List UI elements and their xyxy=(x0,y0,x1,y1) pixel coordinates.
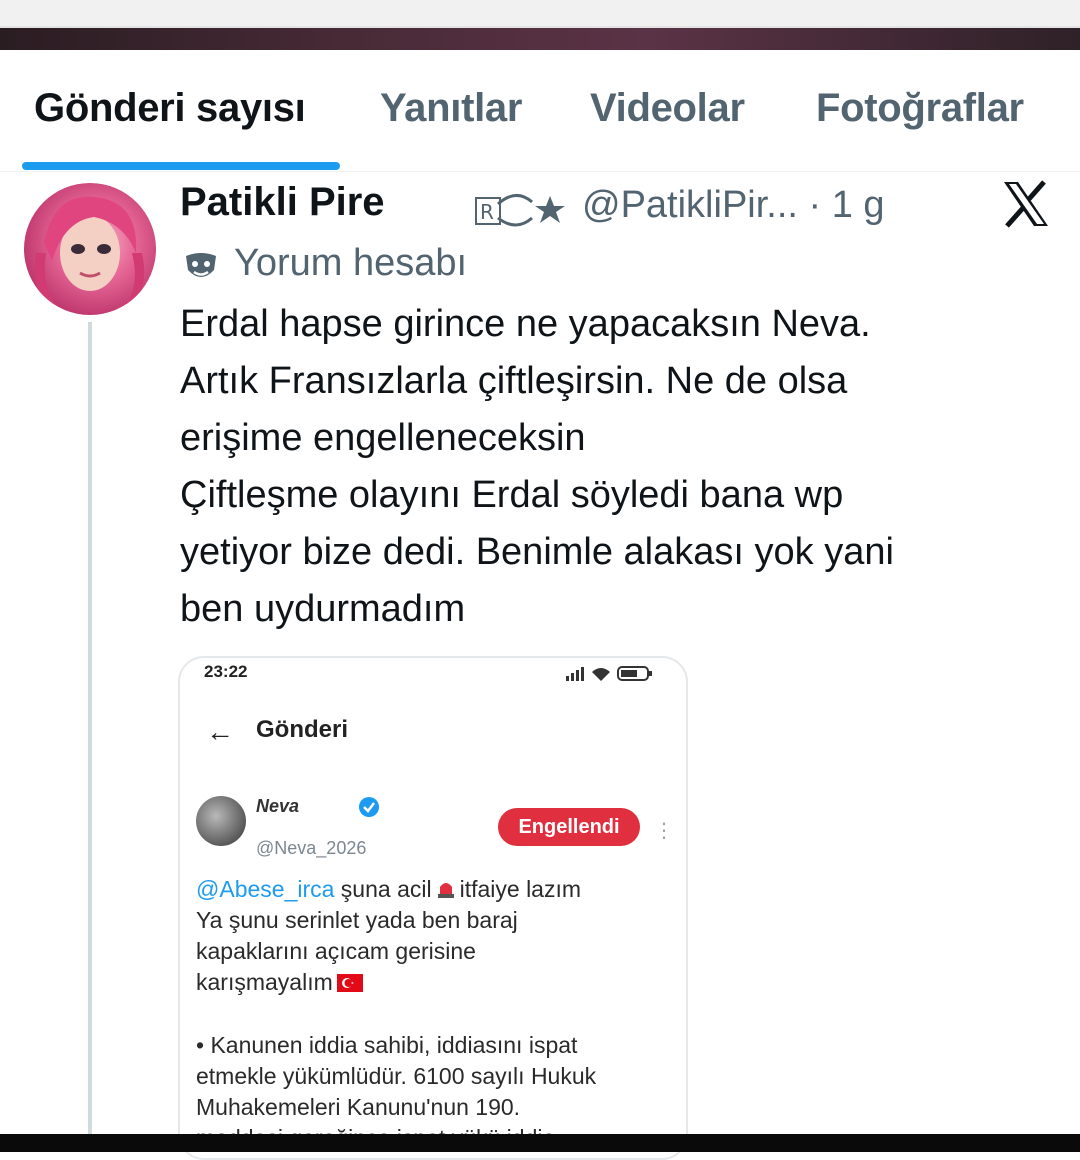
embed-text-line: • Kanunen iddia sahibi, iddiasını ispat xyxy=(196,1032,578,1058)
embed-text-line: @Abese_irca şuna acil itfaiye lazım xyxy=(196,874,676,905)
top-bar xyxy=(0,0,1080,28)
embed-text-fragment: şuna acil xyxy=(334,876,432,902)
account-label-text: Yorum hesabı xyxy=(234,242,468,284)
retweet-star-badge-icon: R xyxy=(470,184,570,234)
turkey-flag-emoji-icon xyxy=(336,969,363,992)
embed-text-line: karışmayalım xyxy=(196,967,676,998)
embed-handle[interactable]: @Neva_2026 xyxy=(256,838,366,859)
embed-text-fragment: karışmayalım xyxy=(196,969,333,995)
profile-banner-strip xyxy=(0,28,1080,50)
embed-tweet-text: @Abese_irca şuna acil itfaiye lazım Ya şu… xyxy=(196,874,676,998)
tweet-text-line: Artık Fransızlarla çiftleşirsin. Ne de o… xyxy=(180,360,848,402)
active-tab-indicator xyxy=(22,162,340,170)
embed-text-line: Muhakemeleri Kanunu'nun 190. xyxy=(196,1094,521,1120)
attached-screenshot[interactable]: 23:22 ← Gönderi Neva @Neva_2026 Engellen… xyxy=(178,656,688,1160)
tweet-text: Erdal hapse girince ne yapacaksın Neva. … xyxy=(180,296,1060,638)
back-arrow-icon[interactable]: ← xyxy=(206,714,234,750)
tabs-divider xyxy=(0,171,1080,172)
mention-link[interactable]: @Abese_irca xyxy=(196,876,334,902)
verified-badge-icon xyxy=(358,796,380,818)
tab-videos[interactable]: Videolar xyxy=(590,86,745,131)
blocked-button[interactable]: Engellendi xyxy=(498,808,640,846)
embed-avatar[interactable] xyxy=(196,796,246,846)
tweet-text-line: Erdal hapse girince ne yapacaksın Neva. xyxy=(180,303,871,345)
handle-and-time[interactable]: @PatikliPir... · 1 g xyxy=(582,184,885,227)
embed-page-title: Gönderi xyxy=(256,716,349,743)
tab-posts[interactable]: Gönderi sayısı xyxy=(34,86,306,131)
embed-text-line: Ya şunu serinlet yada ben baraj xyxy=(196,907,518,933)
thread-line xyxy=(88,322,92,1142)
bottom-bar xyxy=(0,1134,1080,1152)
tweet-text-line: yetiyor bize dedi. Benimle alakası yok y… xyxy=(180,531,894,573)
tweet-text-line: ben uydurmadım xyxy=(180,588,466,630)
embed-status-time: 23:22 xyxy=(204,662,248,681)
more-options-icon[interactable]: ⋮ xyxy=(654,818,674,843)
tab-replies[interactable]: Yanıtlar xyxy=(380,86,522,131)
embed-text-fragment: itfaiye lazım xyxy=(459,876,582,902)
display-name[interactable]: Patikli Pire xyxy=(180,180,385,225)
siren-emoji-icon xyxy=(436,877,456,899)
avatar[interactable] xyxy=(24,183,156,315)
embed-text-line: kapaklarını açıcam gerisine xyxy=(196,938,476,964)
embed-display-name[interactable]: Neva xyxy=(256,796,299,817)
status-icons xyxy=(564,664,656,682)
tab-photos[interactable]: Fotoğraflar xyxy=(816,86,1024,131)
profile-tabs: Gönderi sayısı Yanıtlar Videolar Fotoğra… xyxy=(0,50,1080,172)
tweet-text-line: erişime engelleneceksin xyxy=(180,417,586,459)
svg-text:R: R xyxy=(480,200,494,224)
theater-masks-icon xyxy=(184,250,218,284)
x-logo-icon[interactable] xyxy=(1000,178,1052,230)
tweet-text-line: Çiftleşme olayını Erdal söyledi bana wp xyxy=(180,474,844,516)
embed-text-line: etmekle yükümlüdür. 6100 sayılı Hukuk xyxy=(196,1063,597,1089)
